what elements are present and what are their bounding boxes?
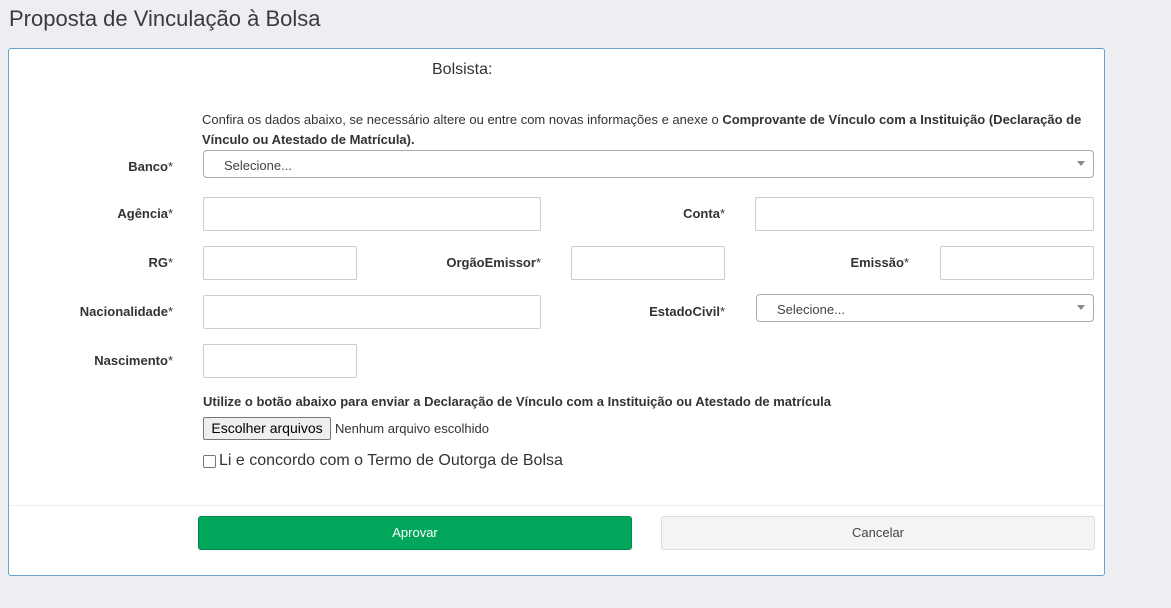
emissao-input[interactable] [940,246,1094,280]
choose-files-button[interactable]: Escolher arquivos [203,417,331,440]
section-title: Bolsista: [432,61,493,78]
rg-input[interactable] [203,246,357,280]
footer-divider [9,505,1104,506]
banco-select[interactable]: Selecione... [203,150,1094,178]
orgao-emissor-input[interactable] [571,246,725,280]
agreement-row: Li e concordo com o Termo de Outorga de … [203,452,563,470]
form-panel: Bolsista: Confira os dados abaixo, se ne… [8,48,1105,576]
upload-label: Utilize o botão abaixo para enviar a Dec… [203,394,832,409]
agencia-input[interactable] [203,197,541,231]
orgao-emissor-label: OrgãoEmissor* [446,255,541,270]
estado-civil-select-value: Selecione... [777,302,845,317]
approve-button[interactable]: Aprovar [198,516,632,550]
file-status: Nenhum arquivo escolhido [335,421,489,436]
cancel-button[interactable]: Cancelar [661,516,1095,550]
conta-label: Conta* [683,206,725,221]
nascimento-input[interactable] [203,344,357,378]
nascimento-label: Nascimento* [94,353,173,368]
estado-civil-select[interactable]: Selecione... [756,294,1094,322]
estado-civil-label: EstadoCivil* [649,304,725,319]
agencia-label: Agência* [117,206,173,221]
nacionalidade-label: Nacionalidade* [79,304,173,319]
rg-label: RG* [148,255,173,270]
page-title: Proposta de Vinculação à Bolsa [9,6,321,31]
intro-text: Confira os dados abaixo, se necessário a… [202,110,1082,150]
chevron-down-icon [1077,305,1085,310]
banco-label: Banco* [128,159,173,174]
agreement-label[interactable]: Li e concordo com o Termo de Outorga de … [219,452,563,470]
chevron-down-icon [1077,161,1085,166]
agreement-checkbox[interactable] [203,454,216,468]
banco-select-value: Selecione... [224,158,292,173]
nacionalidade-input[interactable] [203,295,541,329]
emissao-label: Emissão* [850,255,909,270]
conta-input[interactable] [755,197,1094,231]
intro-text-normal: Confira os dados abaixo, se necessário a… [202,112,723,127]
